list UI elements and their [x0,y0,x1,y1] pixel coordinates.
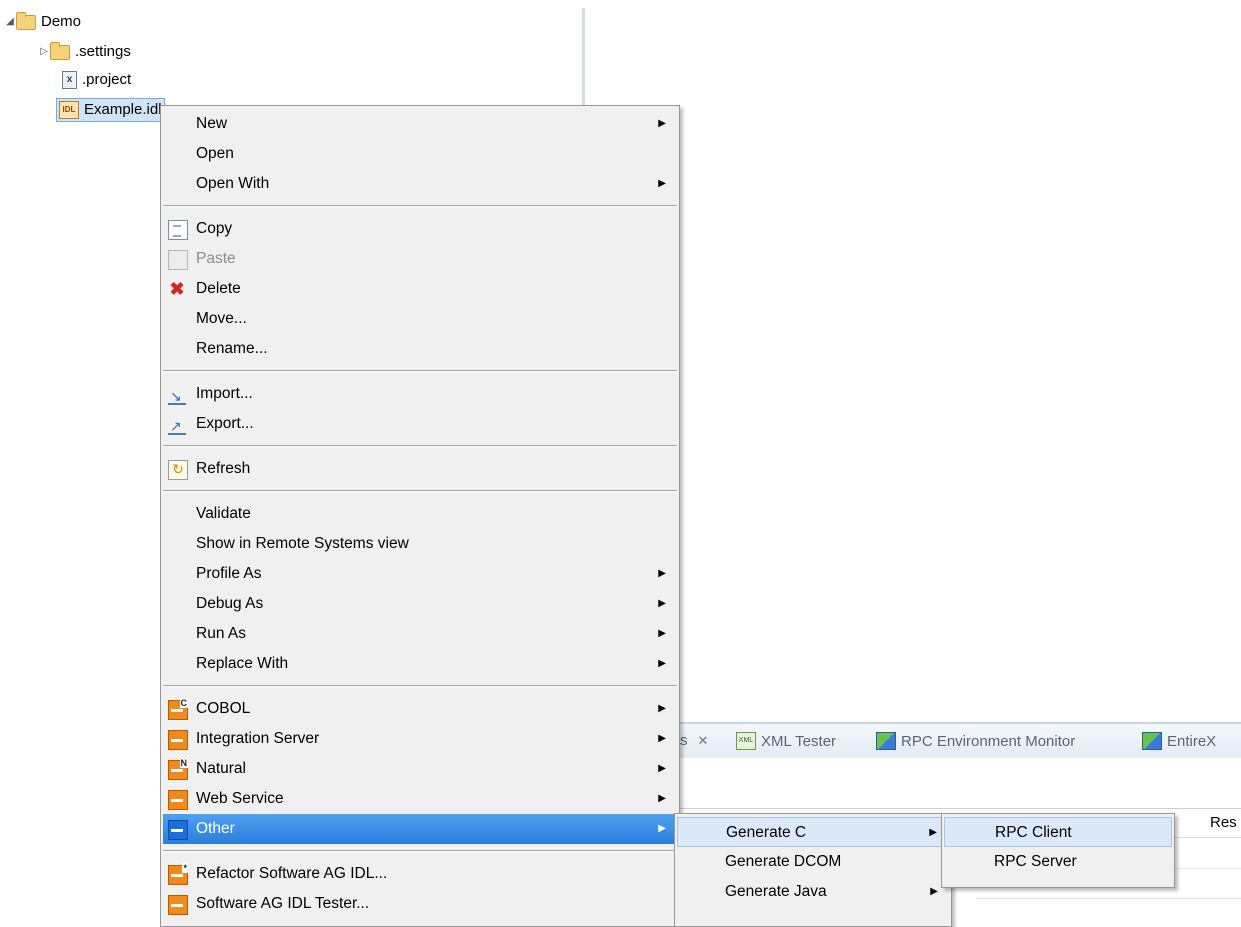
submenu-arrow-icon: ▶ [930,886,938,897]
submenu-arrow-icon: ▶ [658,178,666,189]
menu-item-generate-dcom[interactable]: Generate DCOM [677,847,949,877]
menu-item-open-with[interactable]: Open With ▶ [163,169,677,199]
idl-file-icon: IDL [59,101,79,119]
submenu-arrow-icon: ▶ [658,793,666,804]
menu-item-replace-with[interactable]: Replace With ▶ [163,649,677,679]
submenu-arrow-icon: ▶ [929,827,937,838]
context-menu: New ▶ Open Open With ▶ Copy Paste ✖ Dele… [160,105,680,927]
tab-xml-tester[interactable]: XML XML Tester [736,732,836,750]
expanded-arrow-icon[interactable]: ◢ [4,11,16,33]
submenu-arrow-icon: ▶ [658,763,666,774]
other-submenu: Generate C ▶ Generate DCOM Generate Java… [674,813,952,927]
tree-item-label: Demo [41,13,82,30]
tab-label: EntireX [1167,732,1217,750]
views-tab-bar: s ✕ XML XML Tester RPC Environment Monit… [676,722,1241,758]
submenu-arrow-icon: ▶ [658,628,666,639]
xml-tester-icon: XML [736,732,756,750]
web-service-icon [168,790,188,810]
copy-icon [168,220,188,240]
collapsed-arrow-icon[interactable]: ▷ [38,41,50,63]
other-icon [168,820,188,840]
export-icon [168,411,186,441]
menu-item-integration-server[interactable]: Integration Server ▶ [163,724,677,754]
menu-separator [163,490,677,492]
menu-separator [163,685,677,687]
generate-c-submenu: RPC Client RPC Server [941,813,1175,888]
paste-icon [168,250,188,270]
rpc-monitor-icon [876,732,896,750]
refactor-icon: * [168,863,188,885]
menu-item-paste: Paste [163,244,677,274]
tab-label: XML Tester [761,732,837,750]
entirex-icon [1142,732,1162,750]
menu-separator [163,370,677,372]
submenu-arrow-icon: ▶ [658,703,666,714]
submenu-arrow-icon: ▶ [658,658,666,669]
menu-item-generate-c[interactable]: Generate C ▶ [677,817,949,847]
tree-item-label: Example.idl [84,101,162,118]
tab-label: s [680,732,688,749]
integration-server-icon [168,730,188,750]
menu-item-refactor-idl[interactable]: * Refactor Software AG IDL... [163,859,677,889]
tab-partial[interactable]: s ✕ [680,732,718,749]
menu-item-generate-java[interactable]: Generate Java ▶ [677,877,949,907]
menu-item-rename[interactable]: Rename... [163,334,677,364]
menu-separator [163,850,677,852]
tree-item-label: .settings [75,43,131,60]
refresh-icon: ↻ [168,460,188,480]
menu-item-rpc-server[interactable]: RPC Server [944,847,1172,877]
table-row-divider [976,898,1241,899]
menu-item-copy[interactable]: Copy [163,214,677,244]
menu-item-natural[interactable]: N Natural ▶ [163,754,677,784]
submenu-arrow-icon: ▶ [658,568,666,579]
menu-item-validate[interactable]: Validate [163,499,677,529]
cobol-icon: C [168,698,188,720]
submenu-arrow-icon: ▶ [658,118,666,129]
tab-rpc-environment-monitor[interactable]: RPC Environment Monitor [876,732,1075,750]
menu-item-import[interactable]: Import... [163,379,677,411]
menu-separator [163,205,677,207]
natural-icon: N [168,758,188,780]
menu-item-run-as[interactable]: Run As ▶ [163,619,677,649]
submenu-arrow-icon: ▶ [658,823,666,834]
menu-item-web-service[interactable]: Web Service ▶ [163,784,677,814]
xml-file-icon: x [62,71,77,89]
tab-entirex[interactable]: EntireX [1142,732,1216,750]
menu-item-show-in-remote-systems[interactable]: Show in Remote Systems view [163,529,677,559]
menu-item-profile-as[interactable]: Profile As ▶ [163,559,677,589]
tree-item-label: .project [82,71,132,88]
menu-item-rpc-client[interactable]: RPC Client [944,817,1172,847]
tree-item-settings[interactable]: ▷ .settings [38,41,131,63]
menu-item-idl-tester[interactable]: Software AG IDL Tester... [163,889,677,919]
import-icon [168,381,186,411]
menu-item-new[interactable]: New ▶ [163,109,677,139]
folder-icon [50,41,70,60]
menu-item-delete[interactable]: ✖ Delete [163,274,677,304]
column-header-res[interactable]: Res [1210,814,1237,831]
menu-item-move[interactable]: Move... [163,304,677,334]
delete-icon: ✖ [169,279,185,299]
idl-tester-icon [168,895,188,915]
menu-item-export[interactable]: Export... [163,409,677,441]
tab-label: RPC Environment Monitor [901,732,1076,750]
tree-item-example-idl[interactable]: IDL Example.idl [56,98,165,122]
menu-item-cobol[interactable]: C COBOL ▶ [163,694,677,724]
tree-item-project[interactable]: x .project [62,69,131,91]
menu-item-other[interactable]: Other ▶ [163,814,677,844]
menu-item-open[interactable]: Open [163,139,677,169]
close-icon[interactable]: ✕ [698,733,709,749]
menu-separator [163,445,677,447]
menu-item-debug-as[interactable]: Debug As ▶ [163,589,677,619]
tree-item-demo[interactable]: ◢ Demo [4,11,81,33]
folder-open-icon [16,11,36,30]
menu-item-refresh[interactable]: ↻ Refresh [163,454,677,484]
submenu-arrow-icon: ▶ [658,733,666,744]
submenu-arrow-icon: ▶ [658,598,666,609]
